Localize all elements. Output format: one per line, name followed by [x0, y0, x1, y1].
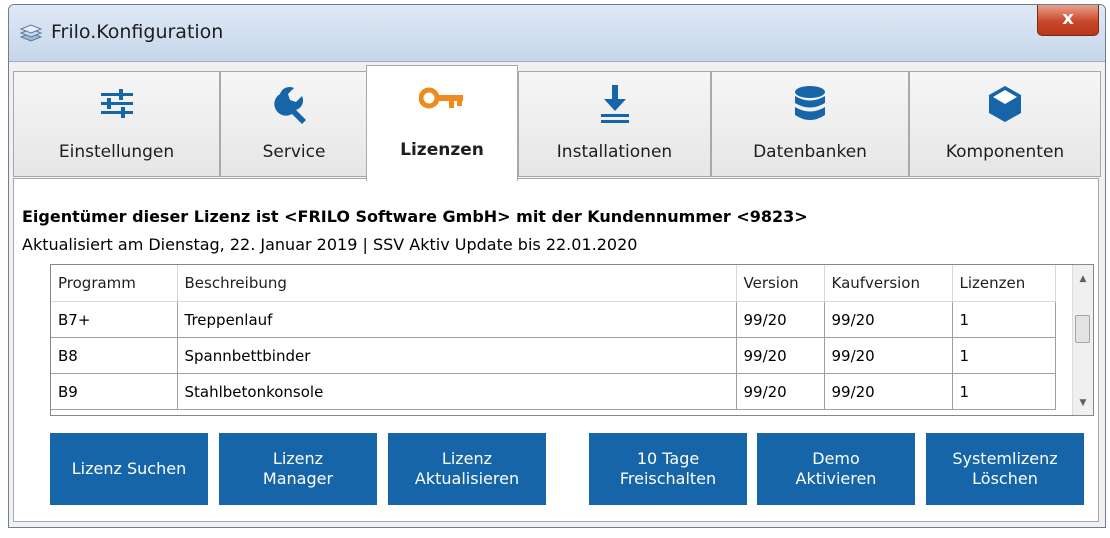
cell-kaufversion: 99/20 — [823, 373, 953, 410]
tab-installationen[interactable]: Installationen — [518, 71, 711, 177]
lizenz-aktualisieren-button[interactable]: Lizenz Aktualisieren — [388, 433, 546, 505]
cell-version: 99/20 — [735, 337, 825, 374]
license-table[interactable]: Programm Beschreibung Version Kaufversio… — [50, 264, 1094, 416]
cell-lizenzen: 1 — [951, 337, 1056, 374]
freischalten-button[interactable]: 10 Tage Freischalten — [589, 433, 747, 505]
cell-lizenzen: 1 — [951, 301, 1056, 338]
wrench-icon — [274, 86, 306, 124]
button-label-line2: Löschen — [972, 469, 1038, 488]
button-label-line2: Manager — [262, 469, 334, 488]
tab-label: Service — [262, 142, 326, 162]
table-row[interactable]: B9 Stahlbetonkonsole 99/20 99/20 1 — [51, 373, 1056, 410]
database-icon — [795, 86, 825, 120]
scroll-thumb[interactable] — [1075, 315, 1090, 343]
demo-aktivieren-button[interactable]: Demo Aktivieren — [757, 433, 915, 505]
button-label-line1: Lizenz Suchen — [71, 459, 187, 478]
tab-label: Datenbanken — [753, 142, 867, 162]
key-icon — [419, 87, 463, 109]
cube-icon — [989, 86, 1021, 122]
download-icon — [600, 85, 629, 123]
cell-lizenzen: 1 — [951, 373, 1056, 410]
button-label-line1: Demo — [812, 449, 860, 468]
column-header-version[interactable]: Version — [736, 265, 825, 302]
button-label-line1: Systemlizenz — [952, 449, 1058, 468]
vertical-scrollbar[interactable]: ▲ ▼ — [1072, 265, 1093, 415]
tab-label: Lizenzen — [400, 140, 484, 160]
lizenz-manager-button[interactable]: Lizenz Manager — [219, 433, 377, 505]
cell-beschreibung: Treppenlauf — [176, 301, 737, 338]
tab-einstellungen[interactable]: Einstellungen — [13, 71, 220, 177]
sliders-icon — [100, 89, 133, 118]
cell-kaufversion: 99/20 — [823, 337, 953, 374]
tab-datenbanken[interactable]: Datenbanken — [711, 71, 909, 177]
table-header-row: Programm Beschreibung Version Kaufversio… — [51, 265, 1056, 302]
config-window: Frilo.Konfiguration x Einstellungen Serv… — [8, 4, 1106, 528]
cell-kaufversion: 99/20 — [823, 301, 953, 338]
license-panel: Eigentümer dieser Lizenz ist <FRILO Soft… — [13, 178, 1099, 522]
window-title: Frilo.Konfiguration — [51, 21, 224, 43]
button-label-line1: Lizenz — [272, 449, 324, 468]
cell-version: 99/20 — [735, 301, 825, 338]
column-header-lizenzen[interactable]: Lizenzen — [952, 265, 1056, 302]
cell-programm: B9 — [51, 373, 178, 410]
app-icon — [19, 24, 43, 42]
scroll-up-arrow-icon[interactable]: ▲ — [1073, 269, 1093, 289]
title-bar[interactable]: Frilo.Konfiguration x — [9, 5, 1105, 62]
systemlizenz-loeschen-button[interactable]: Systemlizenz Löschen — [926, 433, 1084, 505]
lizenz-suchen-button[interactable]: Lizenz Suchen — [50, 433, 208, 505]
column-header-programm[interactable]: Programm — [51, 265, 178, 302]
tab-bar: Einstellungen Service Lizenzen Installat… — [13, 65, 1101, 181]
button-label-line1: Lizenz — [441, 449, 493, 468]
button-label-line2: Aktualisieren — [414, 469, 520, 488]
cell-programm: B7+ — [51, 301, 178, 338]
table-row[interactable]: B8 Spannbettbinder 99/20 99/20 1 — [51, 337, 1056, 374]
table-row[interactable]: B7+ Treppenlauf 99/20 99/20 1 — [51, 301, 1056, 338]
tab-lizenzen[interactable]: Lizenzen — [366, 65, 518, 181]
license-updated-text: Aktualisiert am Dienstag, 22. Januar 201… — [22, 235, 638, 254]
column-header-kaufversion[interactable]: Kaufversion — [824, 265, 953, 302]
license-owner-text: Eigentümer dieser Lizenz ist <FRILO Soft… — [22, 207, 808, 226]
button-label-line1: 10 Tage — [636, 449, 700, 468]
cell-beschreibung: Stahlbetonkonsole — [176, 373, 737, 410]
tab-label: Installationen — [556, 142, 673, 162]
cell-beschreibung: Spannbettbinder — [176, 337, 737, 374]
button-label-line2: Freischalten — [619, 469, 717, 488]
tab-label: Komponenten — [945, 142, 1065, 162]
button-label-line2: Aktivieren — [795, 469, 877, 488]
cell-version: 99/20 — [735, 373, 825, 410]
tab-komponenten[interactable]: Komponenten — [909, 71, 1101, 177]
close-button[interactable]: x — [1037, 5, 1099, 36]
cell-programm: B8 — [51, 337, 178, 374]
column-header-beschreibung[interactable]: Beschreibung — [177, 265, 737, 302]
tab-label: Einstellungen — [58, 142, 175, 162]
scroll-down-arrow-icon[interactable]: ▼ — [1073, 393, 1093, 413]
tab-service[interactable]: Service — [220, 71, 368, 177]
